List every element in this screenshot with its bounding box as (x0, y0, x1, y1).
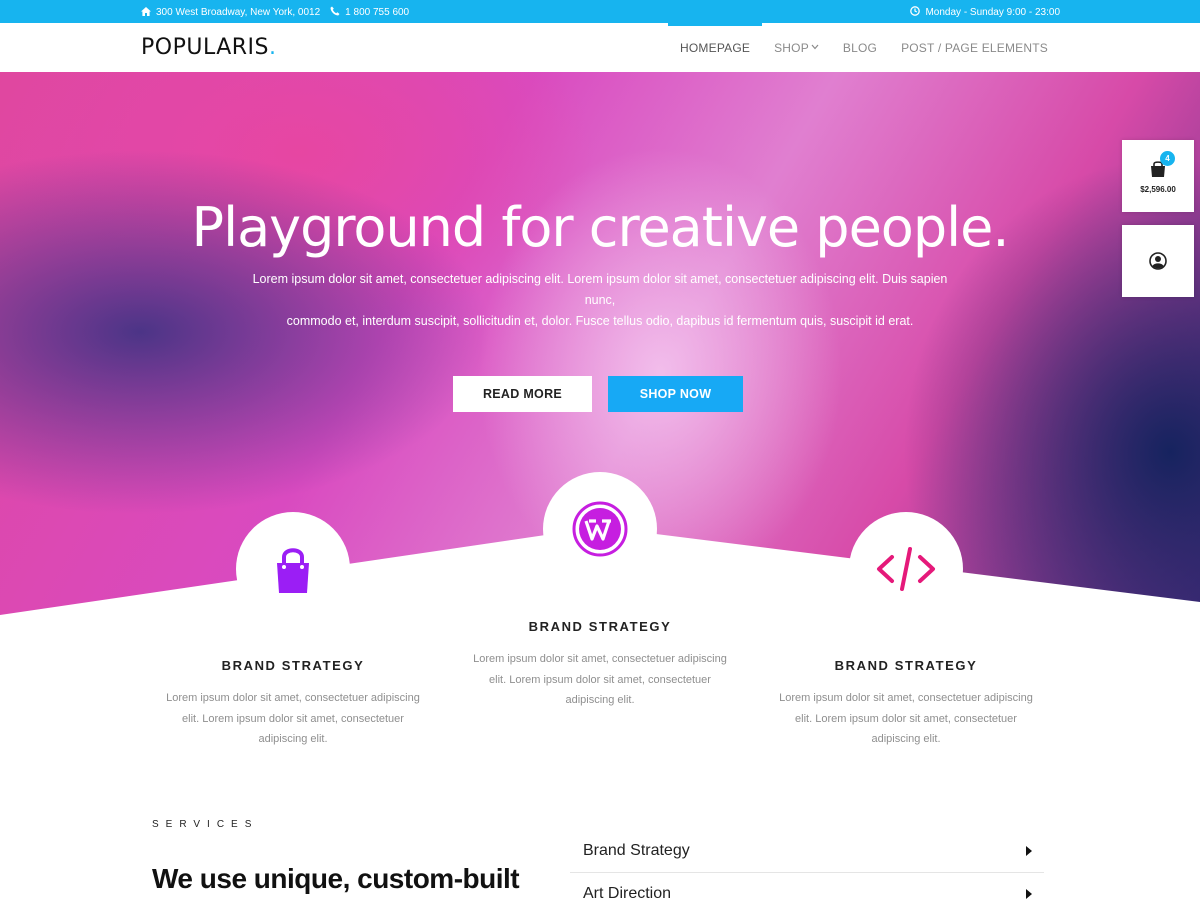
wordpress-icon (572, 501, 628, 557)
service-item-brand-strategy[interactable]: Brand Strategy (570, 830, 1044, 873)
hero-subtitle-line-1: Lorem ipsum dolor sit amet, consectetuer… (252, 272, 948, 307)
cart-icon-wrap: 4 (1148, 150, 1175, 179)
clock-icon (910, 6, 921, 19)
feature-3-text: Lorem ipsum dolor sit amet, consectetuer… (756, 688, 1056, 750)
shopping-bag-icon (277, 548, 309, 593)
main-nav: HOMEPAGE SHOP BLOG POST / PAGE ELEMENTS (668, 23, 1060, 72)
feature-2: BRAND STRATEGY Lorem ipsum dolor sit ame… (450, 619, 750, 711)
home-icon (141, 6, 151, 19)
service-item-label: Art Direction (583, 885, 672, 900)
code-icon (877, 547, 935, 591)
site-header: POPULARIS. HOMEPAGE SHOP BLOG POST / PAG… (0, 23, 1200, 72)
mini-cart-widget[interactable]: 4 $2,596.00 (1122, 140, 1194, 212)
feature-3-title: BRAND STRATEGY (834, 658, 978, 673)
opening-hours: Monday - Sunday 9:00 - 23:00 (910, 6, 1060, 19)
services-accordion: Brand Strategy Art Direction (570, 830, 1044, 900)
logo-text: POPULARIS (141, 35, 270, 60)
feature-2-text-line-1: Lorem ipsum dolor sit amet, consectetuer… (473, 653, 727, 665)
site-logo[interactable]: POPULARIS. (141, 35, 277, 60)
feature-3-icon-circle (849, 512, 963, 626)
service-item-label: Brand Strategy (583, 842, 690, 859)
cart-total: $2,596.00 (1140, 184, 1176, 194)
feature-2-text-line-3: adipiscing elit. (565, 694, 635, 706)
shop-now-button[interactable]: SHOP NOW (608, 376, 743, 412)
feature-1-text: Lorem ipsum dolor sit amet, consectetuer… (143, 688, 443, 750)
feature-3: BRAND STRATEGY Lorem ipsum dolor sit ame… (756, 658, 1056, 750)
nav-homepage-label: HOMEPAGE (680, 40, 751, 55)
feature-1-icon-circle (236, 512, 350, 626)
chevron-down-icon (811, 42, 819, 53)
feature-3-text-line-2: elit. Lorem ipsum dolor sit amet, consec… (795, 712, 1017, 725)
account-widget[interactable] (1122, 225, 1194, 297)
nav-shop[interactable]: SHOP (762, 23, 831, 72)
logo-dot: . (269, 35, 277, 60)
hero-subtitle-line-2: commodo et, interdum suscipit, sollicitu… (286, 314, 914, 328)
services-label: SERVICES (152, 819, 259, 830)
nav-homepage[interactable]: HOMEPAGE (668, 23, 763, 72)
cart-count-badge: 4 (1160, 150, 1175, 166)
user-icon (1149, 252, 1167, 270)
caret-right-icon (1026, 846, 1032, 856)
feature-1-text-line-1: Lorem ipsum dolor sit amet, consectetuer… (166, 692, 420, 704)
feature-3-text-line-3: adipiscing elit. (871, 733, 941, 745)
services-heading: We use unique, custom-built (152, 863, 520, 894)
nav-post-page-elements[interactable]: POST / PAGE ELEMENTS (889, 23, 1060, 72)
service-item-art-direction[interactable]: Art Direction (570, 873, 1044, 900)
feature-2-icon-circle (543, 472, 657, 586)
feature-1-text-line-2: elit. Lorem ipsum dolor sit amet, consec… (182, 712, 404, 725)
caret-right-icon (1026, 889, 1032, 899)
phone-text: 1 800 755 600 (345, 7, 410, 18)
phone-icon (330, 6, 340, 19)
feature-2-text: Lorem ipsum dolor sit amet, consectetuer… (450, 649, 750, 711)
feature-1-text-line-3: adipiscing elit. (258, 733, 328, 745)
nav-blog-label: BLOG (842, 40, 878, 55)
top-info-bar: 300 West Broadway, New York, 0012 1 800 … (0, 0, 1200, 23)
hours-text: Monday - Sunday 9:00 - 23:00 (925, 7, 1060, 18)
feature-2-title: BRAND STRATEGY (528, 619, 672, 634)
nav-blog[interactable]: BLOG (831, 23, 889, 72)
nav-shop-label: SHOP (774, 40, 809, 55)
feature-1-title: BRAND STRATEGY (221, 658, 365, 673)
read-more-button[interactable]: READ MORE (453, 376, 592, 412)
nav-post-page-elements-label: POST / PAGE ELEMENTS (901, 40, 1048, 55)
hero-subtitle: Lorem ipsum dolor sit amet, consectetuer… (245, 269, 955, 332)
page: 300 West Broadway, New York, 0012 1 800 … (0, 0, 1200, 900)
feature-1: BRAND STRATEGY Lorem ipsum dolor sit ame… (143, 658, 443, 750)
feature-3-text-line-1: Lorem ipsum dolor sit amet, consectetuer… (779, 692, 1033, 704)
hero-title: Playground for creative people. (191, 196, 1010, 259)
feature-2-text-line-2: elit. Lorem ipsum dolor sit amet, consec… (489, 673, 711, 686)
address-text: 300 West Broadway, New York, 0012 (156, 7, 321, 18)
contact-info: 300 West Broadway, New York, 0012 1 800 … (141, 6, 409, 19)
